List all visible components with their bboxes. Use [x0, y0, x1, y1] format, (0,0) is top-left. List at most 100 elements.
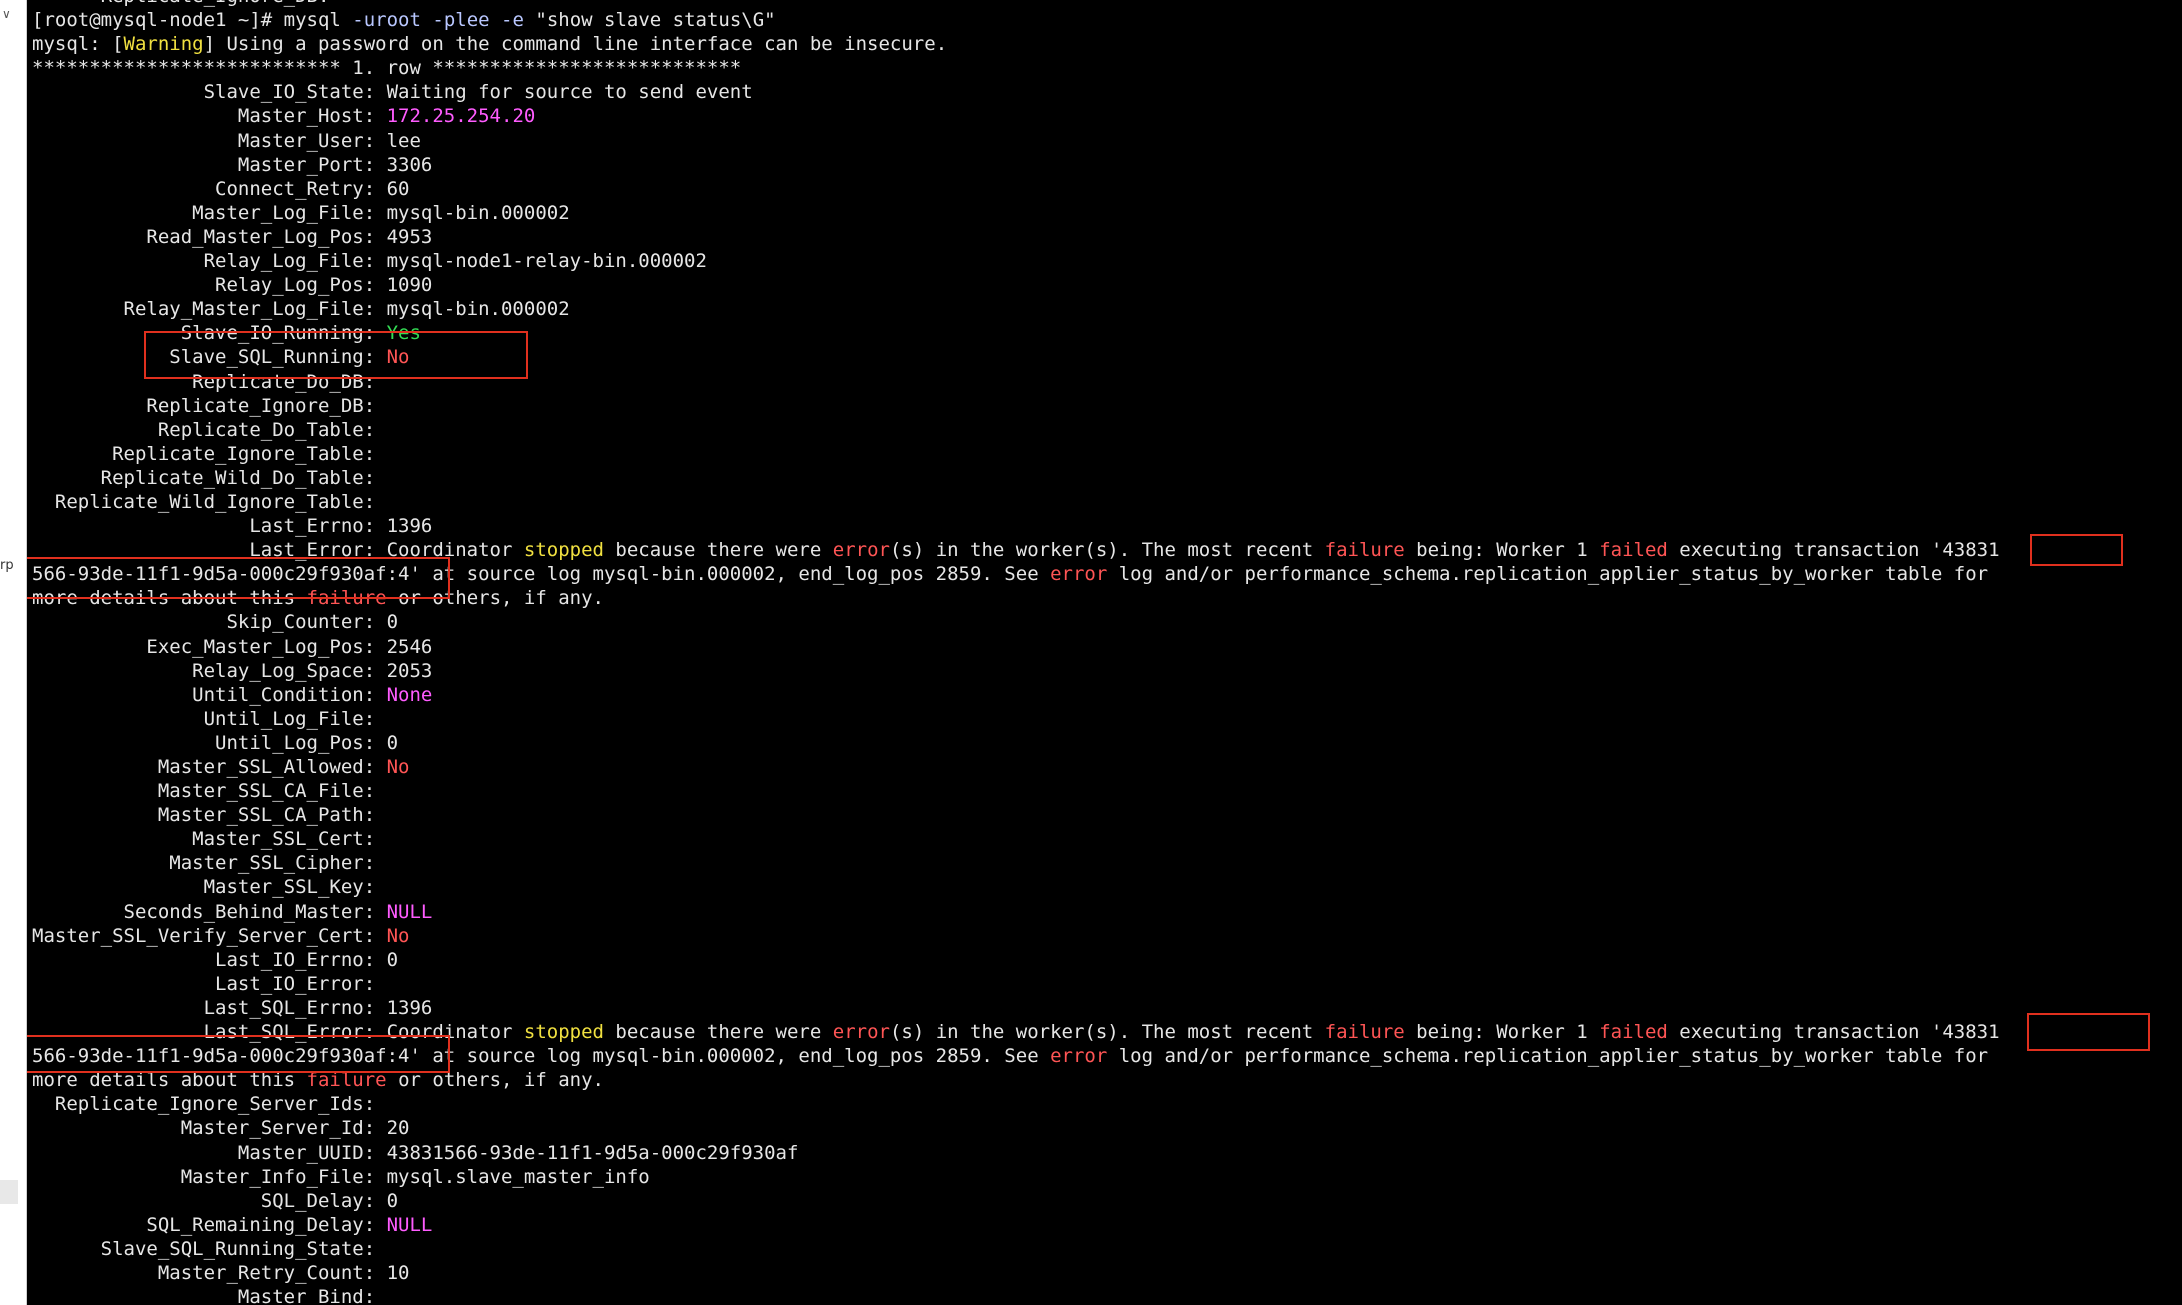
terminal-line: Until_Log_Pos: 0 — [32, 731, 2000, 755]
terminal-line: Slave_SQL_Running: No — [32, 345, 2000, 369]
terminal-line: Master_SSL_Cipher: — [32, 851, 2000, 875]
terminal-line: Master_SSL_Key: — [32, 875, 2000, 899]
terminal-text-segment: Relay_Log_Space: 2053 — [32, 659, 433, 682]
terminal-text-segment: Last_SQL_Errno: 1396 — [32, 996, 433, 1019]
terminal-line: Last_IO_Errno: 0 — [32, 948, 2000, 972]
terminal-text-segment: Until_Log_Pos: 0 — [32, 731, 399, 754]
terminal-line: Replicate_Wild_Ignore_Table: — [32, 490, 2000, 514]
panel-label: rp — [0, 558, 14, 573]
terminal-text-segment: or others, if any. — [386, 1069, 604, 1092]
terminal-text-segment: No — [386, 924, 410, 947]
terminal-text-segment: Slave_SQL_Running_State: — [32, 1237, 376, 1260]
terminal-text-segment: Last_SQL_Error: Coordinator — [32, 1021, 524, 1044]
terminal-line: Master_SSL_Allowed: No — [32, 755, 2000, 779]
terminal-line: Exec_Master_Log_Pos: 2546 — [32, 635, 2000, 659]
terminal-text-segment: Yes — [386, 322, 421, 345]
left-panel-strip: ∨ rp — [0, 0, 27, 1305]
terminal-text-segment: Master_SSL_Cert: — [32, 828, 376, 851]
terminal-text-segment: Slave_IO_State: Waiting for source to se… — [32, 81, 753, 104]
terminal-text-segment: No — [386, 756, 410, 778]
terminal-text-segment: NULL — [386, 900, 433, 923]
terminal-text-segment: Master_SSL_Cipher: — [32, 852, 376, 875]
terminal-text-segment: being: Worker 1 — [1404, 1021, 1600, 1044]
highlight-last-sql-error-transaction-start — [2027, 1013, 2150, 1051]
terminal-line: Master_Bind: — [32, 1285, 2000, 1305]
terminal-line: [root@mysql-node1 ~]# mysql -uroot -plee… — [32, 8, 2000, 32]
terminal-text-segment: Master_UUID: 43831566-93de-11f1-9d5a-000… — [32, 1141, 799, 1164]
terminal-line: Replicate_Ignore_DB: — [32, 394, 2000, 418]
terminal-line: Read_Master_Log_Pos: 4953 — [32, 225, 2000, 249]
terminal-line: Replicate_Do_DB: — [32, 370, 2000, 394]
terminal-text-segment: 172.25.254.20 — [386, 105, 536, 128]
terminal-line: Master_SSL_Verify_Server_Cert: No — [32, 924, 2000, 948]
terminal-line: Relay_Log_Pos: 1090 — [32, 273, 2000, 297]
terminal-text-segment: Last_Errno: 1396 — [32, 515, 433, 538]
terminal-text-segment: Master_Bind: — [32, 1286, 376, 1305]
terminal-text-segment: ] Using a password on the command line i… — [203, 33, 948, 56]
terminal-text-segment: Last_IO_Error: — [32, 972, 376, 995]
terminal-text-segment: Connect_Retry: 60 — [32, 177, 410, 200]
terminal-text-segment: -plee — [432, 9, 490, 32]
terminal-text-segment: Last_IO_Errno: 0 — [32, 948, 399, 971]
terminal-line: more details about this failure or other… — [32, 586, 2000, 610]
terminal-text-segment: more details about this — [32, 1069, 307, 1092]
terminal-line: Replicate_Ignore_Server_Ids: — [32, 1092, 2000, 1116]
terminal-text-segment: Master_SSL_CA_File: — [32, 780, 376, 803]
terminal-text-segment: Replicate_Ignore_DB: — [32, 394, 376, 417]
terminal-text-segment: Relay_Log_File: mysql-node1-relay-bin.00… — [32, 250, 707, 273]
terminal-line: Master_Retry_Count: 10 — [32, 1261, 2000, 1285]
terminal-text-segment: Slave_IO_Running: — [32, 322, 387, 345]
terminal-line: Last_IO_Error: — [32, 972, 2000, 996]
terminal-text-segment: Master_Retry_Count: 10 — [32, 1261, 410, 1284]
terminal-line: mysql: [Warning] Using a password on the… — [32, 32, 2000, 56]
terminal-text-segment: Master_Port: 3306 — [32, 153, 433, 176]
terminal-line: Master_User: lee — [32, 129, 2000, 153]
terminal-text-segment: executing transaction '43831 — [1667, 1021, 2000, 1044]
terminal-text-segment: (s) in the worker(s). The most recent — [889, 1021, 1325, 1044]
terminal-text-segment: failed — [1599, 1021, 1668, 1044]
terminal-text-segment: SQL_Remaining_Delay: — [32, 1213, 387, 1236]
terminal-text-segment: or others, if any. — [386, 587, 604, 610]
terminal-text-segment: Replicate_Wild_Do_Table: — [32, 466, 376, 489]
terminal-line: 566-93de-11f1-9d5a-000c29f930af:4' at so… — [32, 562, 2000, 586]
terminal-line: SQL_Remaining_Delay: NULL — [32, 1213, 2000, 1237]
panel-scroll-block[interactable] — [0, 1180, 18, 1204]
terminal-text-segment: Until_Condition: — [32, 683, 387, 706]
terminal-line: Master_SSL_Cert: — [32, 827, 2000, 851]
terminal-text-segment: stopped — [523, 1021, 604, 1044]
terminal-text-segment: Read_Master_Log_Pos: 4953 — [32, 225, 433, 248]
terminal-window[interactable]: Replicate_Ignore_DB:[root@mysql-node1 ~]… — [27, 0, 2182, 1305]
terminal-line: Last_SQL_Error: Coordinator stopped beca… — [32, 1020, 2000, 1044]
terminal-output: Replicate_Ignore_DB:[root@mysql-node1 ~]… — [32, 0, 2000, 1305]
terminal-text-segment: Master_Host: — [32, 105, 387, 128]
terminal-text-segment: Master_SSL_CA_Path: — [32, 804, 376, 827]
terminal-line: Last_Errno: 1396 — [32, 514, 2000, 538]
terminal-text-segment: failure — [1324, 539, 1405, 562]
highlight-last-error-transaction-start — [2030, 534, 2123, 566]
terminal-text-segment: Master_Log_File: mysql-bin.000002 — [32, 201, 570, 224]
terminal-text-segment: Exec_Master_Log_Pos: 2546 — [32, 635, 433, 658]
terminal-text-segment: Replicate_Ignore_Table: — [32, 442, 376, 465]
terminal-line: Replicate_Wild_Do_Table: — [32, 466, 2000, 490]
terminal-text-segment: error — [832, 1021, 890, 1044]
terminal-line: Master_SSL_CA_File: — [32, 779, 2000, 803]
terminal-text-segment: No — [386, 346, 410, 369]
terminal-line: Relay_Master_Log_File: mysql-bin.000002 — [32, 297, 2000, 321]
chevron-down-icon[interactable]: ∨ — [2, 4, 14, 24]
terminal-text-segment: Master_SSL_Allowed: — [32, 756, 387, 778]
terminal-text-segment: log and/or performance_schema.replicatio… — [1107, 563, 1989, 586]
terminal-line: Master_Server_Id: 20 — [32, 1116, 2000, 1140]
terminal-line: Slave_IO_State: Waiting for source to se… — [32, 80, 2000, 104]
terminal-text-segment: Master_Info_File: mysql.slave_master_inf… — [32, 1165, 650, 1188]
terminal-text-segment: Skip_Counter: 0 — [32, 611, 399, 634]
terminal-text-segment: error — [1050, 563, 1108, 586]
terminal-text-segment: being: Worker 1 — [1404, 539, 1600, 562]
terminal-line: Relay_Log_Space: 2053 — [32, 659, 2000, 683]
terminal-text-segment: failure — [1324, 1021, 1405, 1044]
terminal-text-segment: None — [386, 683, 433, 706]
terminal-text-segment: Replicate_Ignore_DB: — [32, 0, 330, 7]
terminal-text-segment: because there were — [603, 539, 833, 562]
terminal-line: Relay_Log_File: mysql-node1-relay-bin.00… — [32, 249, 2000, 273]
terminal-text-segment: failure — [306, 587, 387, 610]
terminal-line: *************************** 1. row *****… — [32, 56, 2000, 80]
